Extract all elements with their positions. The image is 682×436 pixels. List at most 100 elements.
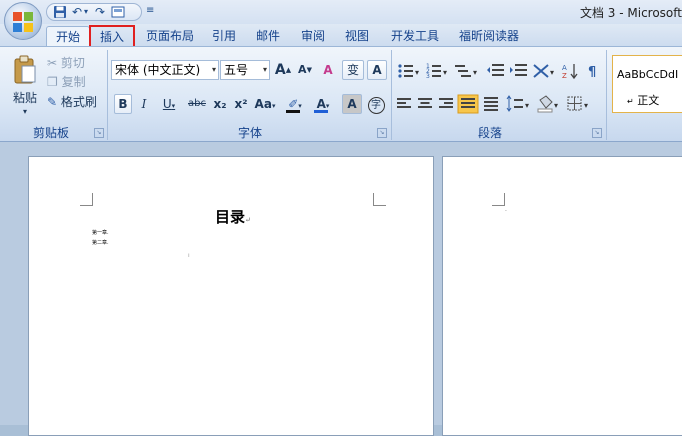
paragraph-mark-icon: ↵ xyxy=(627,97,634,106)
clipboard-launcher-icon[interactable]: ↘ xyxy=(94,128,104,138)
subscript-button[interactable]: x₂ xyxy=(210,94,230,114)
paste-button[interactable]: 粘贴 ▾ xyxy=(6,52,42,118)
tab-home[interactable]: 开始 xyxy=(46,26,90,46)
increase-indent-icon[interactable] xyxy=(510,64,527,76)
tab-view[interactable]: 视图 xyxy=(342,26,372,46)
toc-title[interactable]: 目录↵ xyxy=(215,206,251,227)
style-normal[interactable]: AaBbCcDdI ↵ 正文 xyxy=(612,55,682,113)
character-border-label: A xyxy=(372,63,382,77)
style-name: ↵ 正文 xyxy=(627,92,659,108)
office-logo-icon-part xyxy=(24,12,33,21)
svg-text:¶: ¶ xyxy=(588,65,596,80)
tab-developer[interactable]: 开发工具 xyxy=(388,26,442,46)
page-2[interactable] xyxy=(442,156,682,436)
tab-mailings[interactable]: 邮件 xyxy=(253,26,283,46)
text-cursor-mark: ı xyxy=(188,252,190,259)
shading-icon[interactable]: ▾ xyxy=(537,95,558,113)
phonetic-guide-button[interactable]: 变 xyxy=(342,60,364,80)
font-launcher-icon[interactable]: ↘ xyxy=(377,128,387,138)
grow-font-icon: ▲ xyxy=(285,66,292,74)
paragraph-row-1: ▾ 1 2 3 ▾ ▾ ▾ AZ ¶ xyxy=(398,63,596,80)
clear-format-button[interactable]: A xyxy=(318,60,338,80)
format-painter-button[interactable]: ✎ 格式刷 xyxy=(46,92,106,112)
superscript-button[interactable]: x² xyxy=(231,94,251,114)
svg-text:▾: ▾ xyxy=(554,101,558,110)
font-color-label: A xyxy=(316,97,326,111)
strikethrough-button[interactable]: abc xyxy=(184,94,210,114)
numbering-icon[interactable]: 1 2 3 ▾ xyxy=(426,63,447,80)
office-button[interactable] xyxy=(4,2,42,40)
format-painter-icon: ✎ xyxy=(47,95,58,109)
paragraph-launcher-icon[interactable]: ↘ xyxy=(592,128,602,138)
distributed-icon[interactable] xyxy=(484,97,498,111)
paragraph-row-2: ▾ ▾ ▾ xyxy=(397,94,588,114)
tab-page-layout[interactable]: 页面布局 xyxy=(143,26,197,46)
line-spacing-icon[interactable]: ▾ xyxy=(506,95,529,112)
borders-icon[interactable]: ▾ xyxy=(567,96,588,111)
show-formatting-icon[interactable]: ¶ xyxy=(588,65,596,80)
justify-icon[interactable] xyxy=(457,94,479,114)
undo-icon[interactable]: ↶ xyxy=(72,5,82,19)
grow-font-button[interactable]: A▲ xyxy=(273,60,293,80)
bold-button[interactable]: B xyxy=(114,94,132,114)
italic-button[interactable]: I xyxy=(135,94,153,114)
chinese-layout-icon[interactable]: ▾ xyxy=(533,64,554,78)
shrink-font-button[interactable]: A▼ xyxy=(295,60,315,80)
office-logo-icon xyxy=(13,12,22,21)
underline-button[interactable]: U▾ xyxy=(156,94,182,114)
sort-icon[interactable]: AZ xyxy=(562,64,578,80)
shrink-font-label: A xyxy=(298,63,307,76)
enclose-characters-button[interactable]: 字 xyxy=(365,94,387,114)
change-case-dropdown-icon: ▾ xyxy=(271,102,276,110)
svg-text:3: 3 xyxy=(426,73,430,80)
copy-button[interactable]: ❐ 复制 xyxy=(46,72,96,92)
font-name-dropdown-icon: ▾ xyxy=(211,65,216,74)
customize-icon[interactable]: ≡ xyxy=(146,5,154,16)
superscript-label: x² xyxy=(234,97,248,111)
scissors-icon: ✂ xyxy=(47,56,58,70)
style-sample: AaBbCcDdI xyxy=(617,68,679,81)
decrease-indent-icon[interactable] xyxy=(487,64,504,76)
copy-label: 复制 xyxy=(61,75,86,89)
cut-button[interactable]: ✂ 剪切 xyxy=(46,53,96,73)
paste-dropdown-icon: ▾ xyxy=(22,107,27,116)
font-group-label: 字体 xyxy=(237,126,262,140)
toc-title-text: 目录 xyxy=(215,208,246,226)
print-preview-icon[interactable] xyxy=(111,5,125,19)
toc-chapter[interactable]: 第二章. xyxy=(92,240,109,246)
tab-references[interactable]: 引用 xyxy=(209,26,239,46)
paste-icon xyxy=(14,55,36,84)
redo-icon[interactable]: ↷ xyxy=(95,5,105,19)
tab-review[interactable]: 审阅 xyxy=(298,26,328,46)
align-right-icon[interactable] xyxy=(439,98,453,108)
quick-access-toolbar: ↶ ▾ ↷ xyxy=(46,3,142,21)
change-case-button[interactable]: Aa▾ xyxy=(252,94,278,114)
subscript-label: x₂ xyxy=(213,97,227,111)
underline-label: U xyxy=(162,97,172,111)
margin-corner-mark xyxy=(80,193,93,206)
shrink-font-icon: ▼ xyxy=(306,66,312,74)
toc-chapter[interactable]: 第一章. xyxy=(92,230,109,236)
office-logo-icon-part xyxy=(24,23,33,32)
undo-dropdown-icon[interactable]: ▾ xyxy=(84,5,88,19)
font-name-combo[interactable]: 宋体 (中文正文) ▾ xyxy=(111,60,219,80)
multilevel-list-icon[interactable]: ▾ xyxy=(455,65,477,77)
align-left-icon[interactable] xyxy=(397,98,411,108)
align-center-icon[interactable] xyxy=(418,98,432,108)
font-color-button[interactable]: A▾ xyxy=(310,94,336,114)
font-name-value: 宋体 (中文正文) xyxy=(115,63,201,77)
bullets-icon[interactable]: ▾ xyxy=(398,64,419,78)
character-border-button[interactable]: A xyxy=(367,60,387,80)
highlight-color-bar xyxy=(286,110,300,113)
margin-corner-mark xyxy=(492,193,505,206)
svg-text:▾: ▾ xyxy=(584,101,588,110)
tab-foxit-reader[interactable]: 福昕阅读器 xyxy=(455,26,523,46)
clear-format-label: A xyxy=(323,63,333,77)
character-shading-button[interactable]: A xyxy=(342,94,362,114)
save-icon[interactable] xyxy=(53,5,67,19)
highlight-button[interactable]: ✐▾ xyxy=(282,94,308,114)
style-name-label: 正文 xyxy=(637,94,660,107)
font-size-combo[interactable]: 五号 ▾ xyxy=(220,60,270,80)
svg-text:▾: ▾ xyxy=(415,68,419,77)
underline-dropdown-icon: ▾ xyxy=(171,102,176,110)
